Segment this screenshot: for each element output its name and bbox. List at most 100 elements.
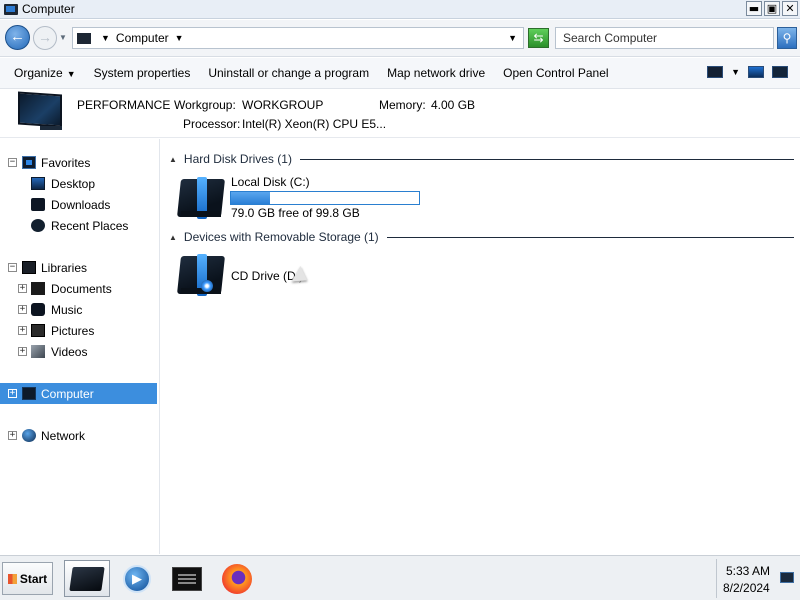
nav-item-label: Recent Places — [51, 218, 129, 233]
libraries-icon — [22, 261, 36, 274]
address-history-dropdown[interactable]: ▼ — [508, 33, 517, 43]
group-divider — [299, 158, 794, 160]
show-desktop-icon[interactable] — [780, 572, 794, 583]
view-options-dropdown[interactable]: ▼ — [731, 67, 740, 77]
maximize-button[interactable]: ▣ — [764, 1, 780, 16]
nav-item-label: Computer — [41, 386, 94, 401]
cd-drive-icon — [177, 252, 225, 298]
taskbar-command-prompt[interactable] — [164, 560, 210, 597]
nav-item-network[interactable]: + Network — [0, 425, 157, 446]
uninstall-program-button[interactable]: Uninstall or change a program — [199, 66, 378, 80]
collapse-icon[interactable]: − — [8, 263, 17, 272]
command-prompt-icon — [172, 566, 202, 591]
clock-time[interactable]: 5:33 AM — [726, 564, 770, 578]
nav-item-videos[interactable]: + Videos — [0, 341, 157, 362]
recent-pages-dropdown[interactable]: ▼ — [59, 33, 67, 42]
nav-item-label: Desktop — [51, 176, 96, 191]
forward-button[interactable]: → — [33, 26, 57, 50]
media-player-icon: ▶ — [123, 564, 151, 593]
window-controls: ▬ ▣ ✕ — [746, 1, 798, 16]
windows-explorer-icon — [69, 566, 105, 591]
nav-item-label: Downloads — [51, 197, 111, 212]
refresh-button[interactable]: ⇆ — [528, 28, 549, 48]
expand-icon[interactable]: + — [18, 326, 27, 335]
computer-window-icon — [4, 3, 18, 15]
computer-name: PERFORMANCE — [77, 98, 171, 112]
computer-details-pane: PERFORMANCE Workgroup: WORKGROUP Memory:… — [0, 90, 800, 138]
search-icon[interactable]: ⚲ — [777, 27, 797, 49]
drive-usage-bar — [230, 191, 420, 205]
nav-item-label: Pictures — [51, 323, 95, 338]
breadcrumb-root-chevron[interactable]: ▼ — [101, 33, 110, 43]
nav-item-computer[interactable]: + Computer — [0, 383, 157, 404]
nav-item-documents[interactable]: + Documents — [0, 278, 157, 299]
tray-divider — [716, 559, 717, 598]
nav-item-libraries[interactable]: − Libraries — [0, 257, 157, 278]
collapse-group-icon[interactable]: ▲ — [169, 155, 177, 164]
expand-icon[interactable]: + — [18, 305, 27, 314]
nav-item-desktop[interactable]: Desktop — [0, 173, 157, 194]
music-icon — [31, 303, 45, 316]
collapse-icon[interactable]: − — [8, 158, 17, 167]
desktop-icon — [31, 177, 45, 190]
workgroup-value: WORKGROUP — [242, 98, 324, 112]
taskbar-media-player[interactable]: ▶ — [114, 560, 160, 597]
taskbar: Start ▶ 5:33 AM 8/2/2024 — [0, 555, 800, 600]
navigation-pane: − Favorites Desktop Downloads Recent Pla… — [0, 139, 160, 554]
start-button[interactable]: Start — [2, 562, 53, 595]
firefox-icon — [222, 563, 252, 594]
drive-usage-fill — [231, 192, 271, 204]
group-header-hard-disk-drives[interactable]: ▲ Hard Disk Drives (1) — [169, 151, 794, 167]
drive-name: Local Disk (C:) — [231, 175, 310, 189]
videos-icon — [31, 345, 45, 358]
expand-icon[interactable]: + — [18, 347, 27, 356]
map-network-drive-button[interactable]: Map network drive — [378, 66, 494, 80]
nav-item-label: Network — [41, 428, 86, 443]
taskbar-firefox[interactable] — [214, 560, 260, 597]
group-header-label: Devices with Removable Storage (1) — [183, 230, 379, 244]
expand-icon[interactable]: + — [8, 389, 17, 398]
close-button[interactable]: ✕ — [782, 1, 798, 16]
breadcrumb-computer[interactable]: Computer — [116, 31, 169, 45]
help-icon[interactable] — [772, 66, 788, 78]
downloads-icon — [31, 198, 45, 211]
back-button[interactable]: ← — [5, 25, 30, 50]
processor-label: Processor: — [183, 117, 241, 131]
minimize-button[interactable]: ▬ — [746, 1, 762, 16]
content-pane: ▲ Hard Disk Drives (1) Local Disk (C:) 7… — [161, 139, 800, 554]
window-title: Computer — [22, 2, 75, 16]
change-view-icon[interactable] — [707, 66, 724, 78]
nav-item-recent-places[interactable]: Recent Places — [0, 215, 157, 236]
nav-item-downloads[interactable]: Downloads — [0, 194, 157, 215]
address-field[interactable]: ▼ Computer ▼ ▼ — [72, 27, 524, 49]
nav-item-music[interactable]: + Music — [0, 299, 157, 320]
chevron-down-icon: ▼ — [66, 69, 76, 79]
nav-item-label: Libraries — [41, 260, 88, 275]
computer-icon — [77, 32, 91, 44]
hard-disk-icon — [177, 175, 225, 221]
computer-monitor-icon — [18, 91, 62, 130]
windows-logo-icon — [7, 573, 17, 584]
open-control-panel-button[interactable]: Open Control Panel — [494, 66, 617, 80]
start-label: Start — [19, 571, 48, 586]
computer-icon — [22, 387, 36, 400]
group-header-removable-storage[interactable]: ▲ Devices with Removable Storage (1) — [169, 229, 794, 245]
pictures-icon — [31, 324, 45, 337]
processor-value: Intel(R) Xeon(R) CPU E5... — [242, 117, 387, 131]
taskbar-windows-explorer[interactable] — [64, 560, 110, 597]
clock-date[interactable]: 8/2/2024 — [723, 581, 770, 595]
documents-icon — [31, 282, 45, 295]
nav-item-pictures[interactable]: + Pictures — [0, 320, 157, 341]
expand-icon[interactable]: + — [18, 284, 27, 293]
collapse-group-icon[interactable]: ▲ — [169, 233, 177, 242]
expand-icon[interactable]: + — [8, 431, 17, 440]
breadcrumb-chevron[interactable]: ▼ — [175, 33, 184, 43]
system-properties-button[interactable]: System properties — [85, 66, 200, 80]
search-input[interactable]: Search Computer — [555, 27, 774, 49]
organize-button[interactable]: Organize ▼ — [0, 66, 85, 80]
group-header-label: Hard Disk Drives (1) — [183, 152, 292, 166]
preview-pane-icon[interactable] — [748, 66, 764, 78]
favorites-icon — [22, 156, 36, 169]
group-divider — [386, 236, 794, 238]
nav-item-favorites[interactable]: − Favorites — [0, 152, 157, 173]
